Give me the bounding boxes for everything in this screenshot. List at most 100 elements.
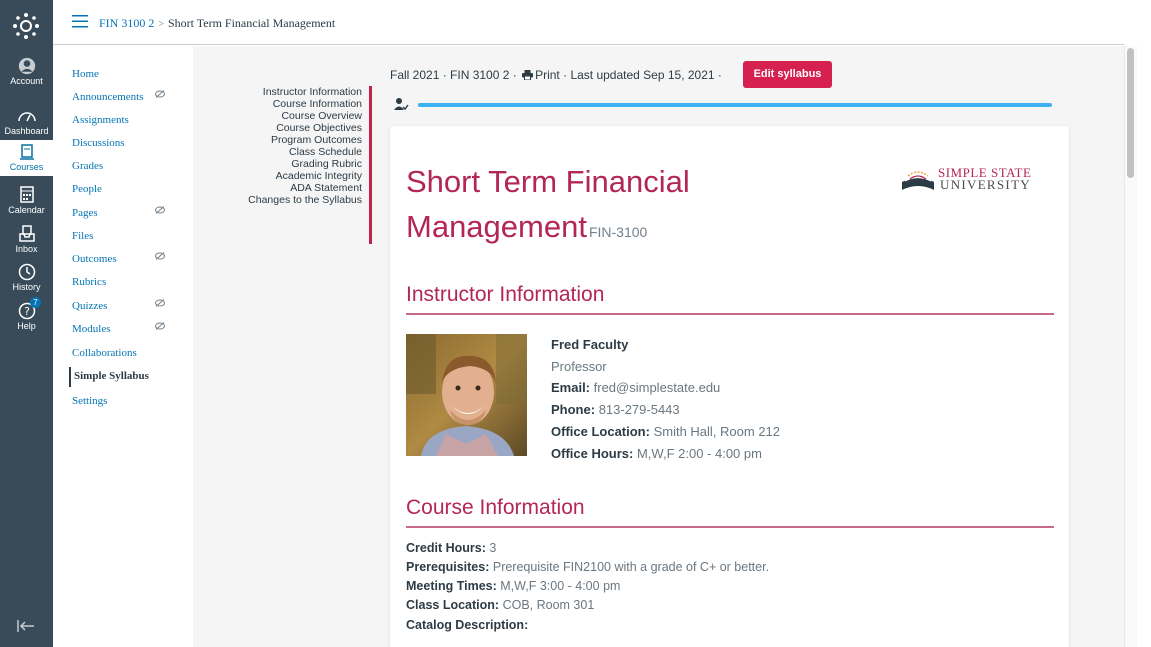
edit-syllabus-button[interactable]: Edit syllabus	[743, 61, 832, 88]
course-information-heading: Course Information	[406, 496, 585, 519]
prerequisites-label: Prerequisites:	[406, 560, 490, 574]
instructor-information-heading: Instructor Information	[406, 283, 605, 306]
course-title-text: Management	[406, 209, 587, 244]
meeting-times: Meeting Times: M,W,F 3:00 - 4:00 pm	[406, 579, 620, 593]
breadcrumb: FIN 3100 2 > Short Term Financial Manageme…	[99, 16, 335, 31]
person-check-icon[interactable]	[393, 96, 409, 112]
collapse-nav-icon[interactable]	[16, 617, 36, 635]
global-nav-help[interactable]: ? Help	[0, 302, 53, 331]
global-nav-label: Calendar	[8, 205, 45, 215]
instructor-name-text: Fred Faculty	[551, 337, 629, 352]
course-nav-files[interactable]: Files	[72, 230, 93, 242]
global-nav-inbox[interactable]: Inbox	[0, 225, 53, 254]
breadcrumb-course-link[interactable]: FIN 3100 2	[99, 16, 154, 30]
global-nav-label: History	[12, 282, 41, 292]
course-nav-people[interactable]: People	[72, 183, 102, 195]
course-nav-collaborations[interactable]: Collaborations	[72, 347, 137, 359]
course-nav-announcements[interactable]: Announcements	[72, 91, 143, 103]
scrollbar-thumb[interactable]	[1127, 48, 1134, 178]
course-nav-pages[interactable]: Pages	[72, 207, 98, 219]
toc-indicator-bar	[369, 86, 372, 244]
toc-course-overview[interactable]: Course Overview	[228, 110, 368, 122]
instructor-name: Fred Faculty	[551, 337, 628, 352]
print-link[interactable]: Print	[535, 68, 560, 82]
phone-label: Phone:	[551, 402, 596, 417]
prerequisites: Prerequisites: Prerequisite FIN2100 with…	[406, 560, 769, 574]
course-code: FIN-3100	[588, 224, 648, 240]
hidden-eye-icon	[155, 322, 165, 330]
toc-instructor-information[interactable]: Instructor Information	[228, 86, 368, 98]
print-icon[interactable]	[522, 70, 534, 80]
breadcrumb-current: Short Term Financial Management	[167, 16, 336, 30]
university-name: SIMPLE STATE UNIVERSITY	[938, 166, 1031, 192]
hamburger-menu-icon[interactable]	[72, 15, 88, 28]
toc-course-objectives[interactable]: Course Objectives	[228, 122, 368, 134]
courses-icon	[19, 144, 34, 160]
email-label: Email:	[551, 380, 591, 395]
instructor-email: Email: fred@simplestate.edu	[551, 380, 720, 395]
instructor-office-location: Office Location: Smith Hall, Room 212	[551, 424, 780, 439]
toc-class-schedule[interactable]: Class Schedule	[228, 146, 368, 158]
global-nav-courses[interactable]: Courses	[0, 140, 53, 176]
global-nav-calendar[interactable]: Calendar	[0, 186, 53, 215]
course-nav-discussions[interactable]: Discussions	[72, 137, 125, 149]
svg-text:?: ?	[24, 305, 30, 318]
toc-changes-to-syllabus[interactable]: Changes to the Syllabus	[228, 194, 368, 206]
course-nav-modules[interactable]: Modules	[72, 323, 111, 335]
help-badge: 7	[30, 297, 41, 308]
hidden-eye-icon	[155, 90, 165, 98]
course-nav-quizzes[interactable]: Quizzes	[72, 300, 107, 312]
office-location-label: Office Location:	[551, 424, 650, 439]
calendar-icon	[19, 186, 34, 203]
instructor-phone: Phone: 813-279-5443	[551, 402, 680, 417]
top-bar: FIN 3100 2 > Short Term Financial Manageme…	[53, 0, 1124, 45]
last-updated-text: · Last updated Sep 15, 2021 ·	[563, 68, 722, 82]
global-nav-label: Inbox	[15, 244, 38, 254]
meeting-times-label: Meeting Times:	[406, 579, 497, 593]
course-nav-simple-syllabus[interactable]: Simple Syllabus	[69, 367, 149, 387]
course-nav-grades[interactable]: Grades	[72, 160, 103, 172]
office-hours-value: M,W,F 2:00 - 4:00 pm	[636, 446, 762, 461]
course-nav-settings[interactable]: Settings	[72, 395, 107, 407]
term-course-text: Fall 2021 · FIN 3100 2 ·	[390, 68, 517, 82]
course-title-line-1: Short Term Financial	[406, 164, 690, 199]
credit-hours-label: Credit Hours:	[406, 541, 486, 555]
phone-value: 813-279-5443	[598, 402, 680, 417]
global-nav-account[interactable]: Account	[0, 57, 53, 86]
breadcrumb-separator: >	[158, 19, 164, 30]
inbox-icon	[18, 225, 35, 242]
class-location-label: Class Location:	[406, 598, 500, 612]
progress-bar	[418, 103, 1052, 107]
history-icon	[18, 263, 35, 281]
account-icon	[18, 57, 35, 75]
section-divider	[406, 313, 1054, 315]
global-nav: Account Dashboard Courses Calendar Inbox…	[0, 0, 53, 647]
toc-program-outcomes[interactable]: Program Outcomes	[228, 134, 368, 146]
email-value: fred@simplestate.edu	[593, 380, 721, 395]
course-nav: Home Announcements Assignments Discussio…	[53, 45, 193, 647]
credit-hours-value: 3	[489, 541, 497, 555]
office-location-value: Smith Hall, Room 212	[653, 424, 781, 439]
prerequisites-value: Prerequisite FIN2100 with a grade of C+ …	[492, 560, 770, 574]
office-hours-label: Office Hours:	[551, 446, 634, 461]
course-nav-assignments[interactable]: Assignments	[72, 114, 129, 126]
instructor-photo	[406, 334, 527, 456]
toc-ada-statement[interactable]: ADA Statement	[228, 182, 368, 194]
university-line-2: UNIVERSITY	[940, 177, 1031, 192]
global-nav-label: Account	[10, 76, 43, 86]
hidden-eye-icon	[155, 299, 165, 307]
canvas-logo-icon[interactable]	[12, 12, 40, 40]
credit-hours: Credit Hours: 3	[406, 541, 496, 555]
course-nav-home[interactable]: Home	[72, 68, 99, 80]
toc-grading-rubric[interactable]: Grading Rubric	[228, 158, 368, 170]
toc-academic-integrity[interactable]: Academic Integrity	[228, 170, 368, 182]
course-nav-outcomes[interactable]: Outcomes	[72, 253, 117, 265]
global-nav-history[interactable]: History	[0, 263, 53, 292]
class-location-value: COB, Room 301	[502, 598, 595, 612]
course-title-line-2: Management FIN-3100	[406, 209, 647, 245]
global-nav-label: Dashboard	[4, 126, 49, 136]
syllabus-toc: Instructor Information Course Informatio…	[228, 86, 368, 206]
global-nav-dashboard[interactable]: Dashboard	[0, 107, 53, 136]
toc-course-information[interactable]: Course Information	[228, 98, 368, 110]
course-nav-rubrics[interactable]: Rubrics	[72, 276, 106, 288]
